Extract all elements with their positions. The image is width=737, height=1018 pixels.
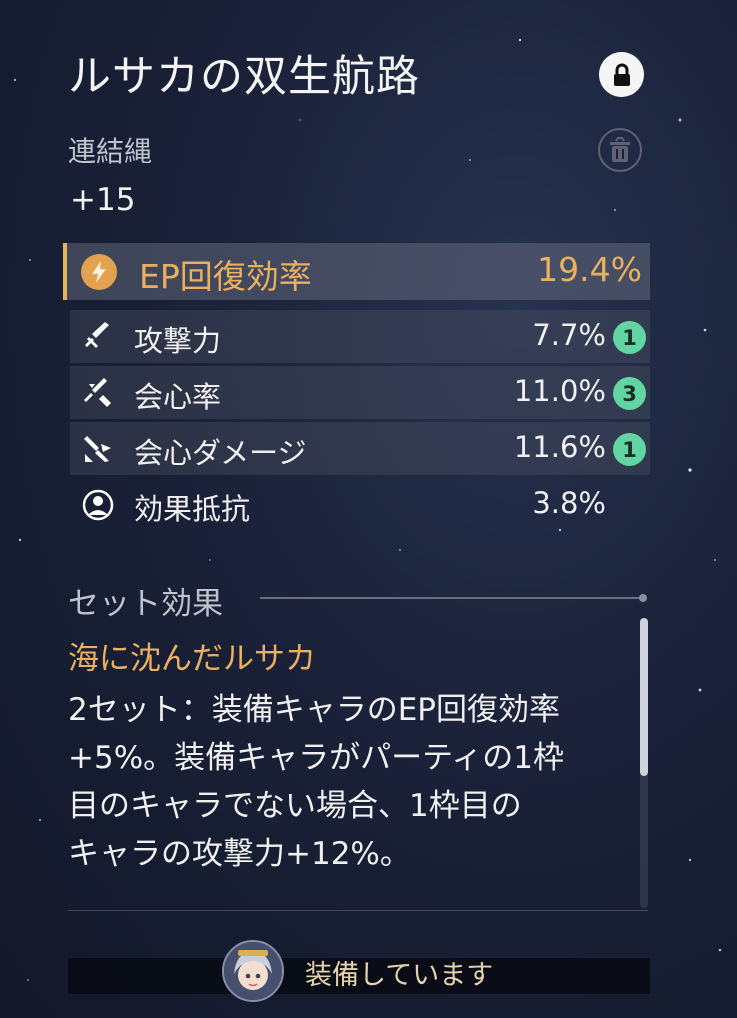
sub-stat-name: 会心ダメージ (134, 436, 307, 470)
lock-icon (613, 63, 630, 86)
divider (68, 910, 648, 911)
discard-button[interactable] (598, 128, 642, 172)
ep-regen-icon (81, 254, 117, 290)
set-effect-header: セット効果 (68, 586, 223, 622)
roll-count-badge: 1 (613, 433, 646, 466)
equipped-bar[interactable]: 装備しています (68, 958, 650, 994)
avatar[interactable] (222, 940, 284, 1002)
main-stat-row: EP回復効率 19.4% (63, 243, 650, 300)
roll-count-badge: 1 (613, 321, 646, 354)
set-description: 2セット：装備キャラのEP回復効率 +5%。装備キャラがパーティの1枠 目のキャ… (68, 692, 565, 872)
divider (260, 597, 643, 599)
crit-rate-icon (80, 375, 116, 411)
scrollbar-thumb[interactable] (640, 618, 648, 776)
trash-icon (610, 137, 630, 162)
sub-stat-row: 攻撃力 7.7% 1 (70, 310, 650, 363)
crit-dmg-icon (80, 431, 116, 467)
main-stat-name: EP回復効率 (139, 257, 312, 296)
sub-stat-name: 効果抵抗 (134, 492, 251, 526)
sub-stat-row: 会心ダメージ 11.6% 1 (70, 422, 650, 475)
relic-title: ルサカの双生航路 (68, 52, 420, 102)
atk-icon (80, 319, 116, 355)
sub-stat-value: 11.0% (513, 374, 606, 408)
main-stat-value: 19.4% (537, 250, 642, 289)
sub-stat-name: 攻撃力 (134, 324, 222, 358)
sub-stat-value: 11.6% (513, 430, 606, 464)
sub-stat-row: 会心率 11.0% 3 (70, 366, 650, 419)
sub-stat-value: 3.8% (532, 486, 606, 520)
relic-level: +15 (70, 182, 136, 218)
sub-stat-value: 7.7% (532, 318, 606, 352)
set-name: 海に沈んだルサカ (68, 641, 316, 677)
effect-res-icon (80, 487, 116, 523)
lock-toggle-button[interactable] (599, 52, 644, 97)
divider-dot (639, 594, 647, 602)
sub-stat-name: 会心率 (134, 380, 222, 414)
equipped-label: 装備しています (305, 960, 494, 991)
relic-slot-type: 連結縄 (68, 135, 153, 168)
sub-stat-row: 効果抵抗 3.8% (70, 478, 650, 531)
roll-count-badge: 3 (613, 377, 646, 410)
